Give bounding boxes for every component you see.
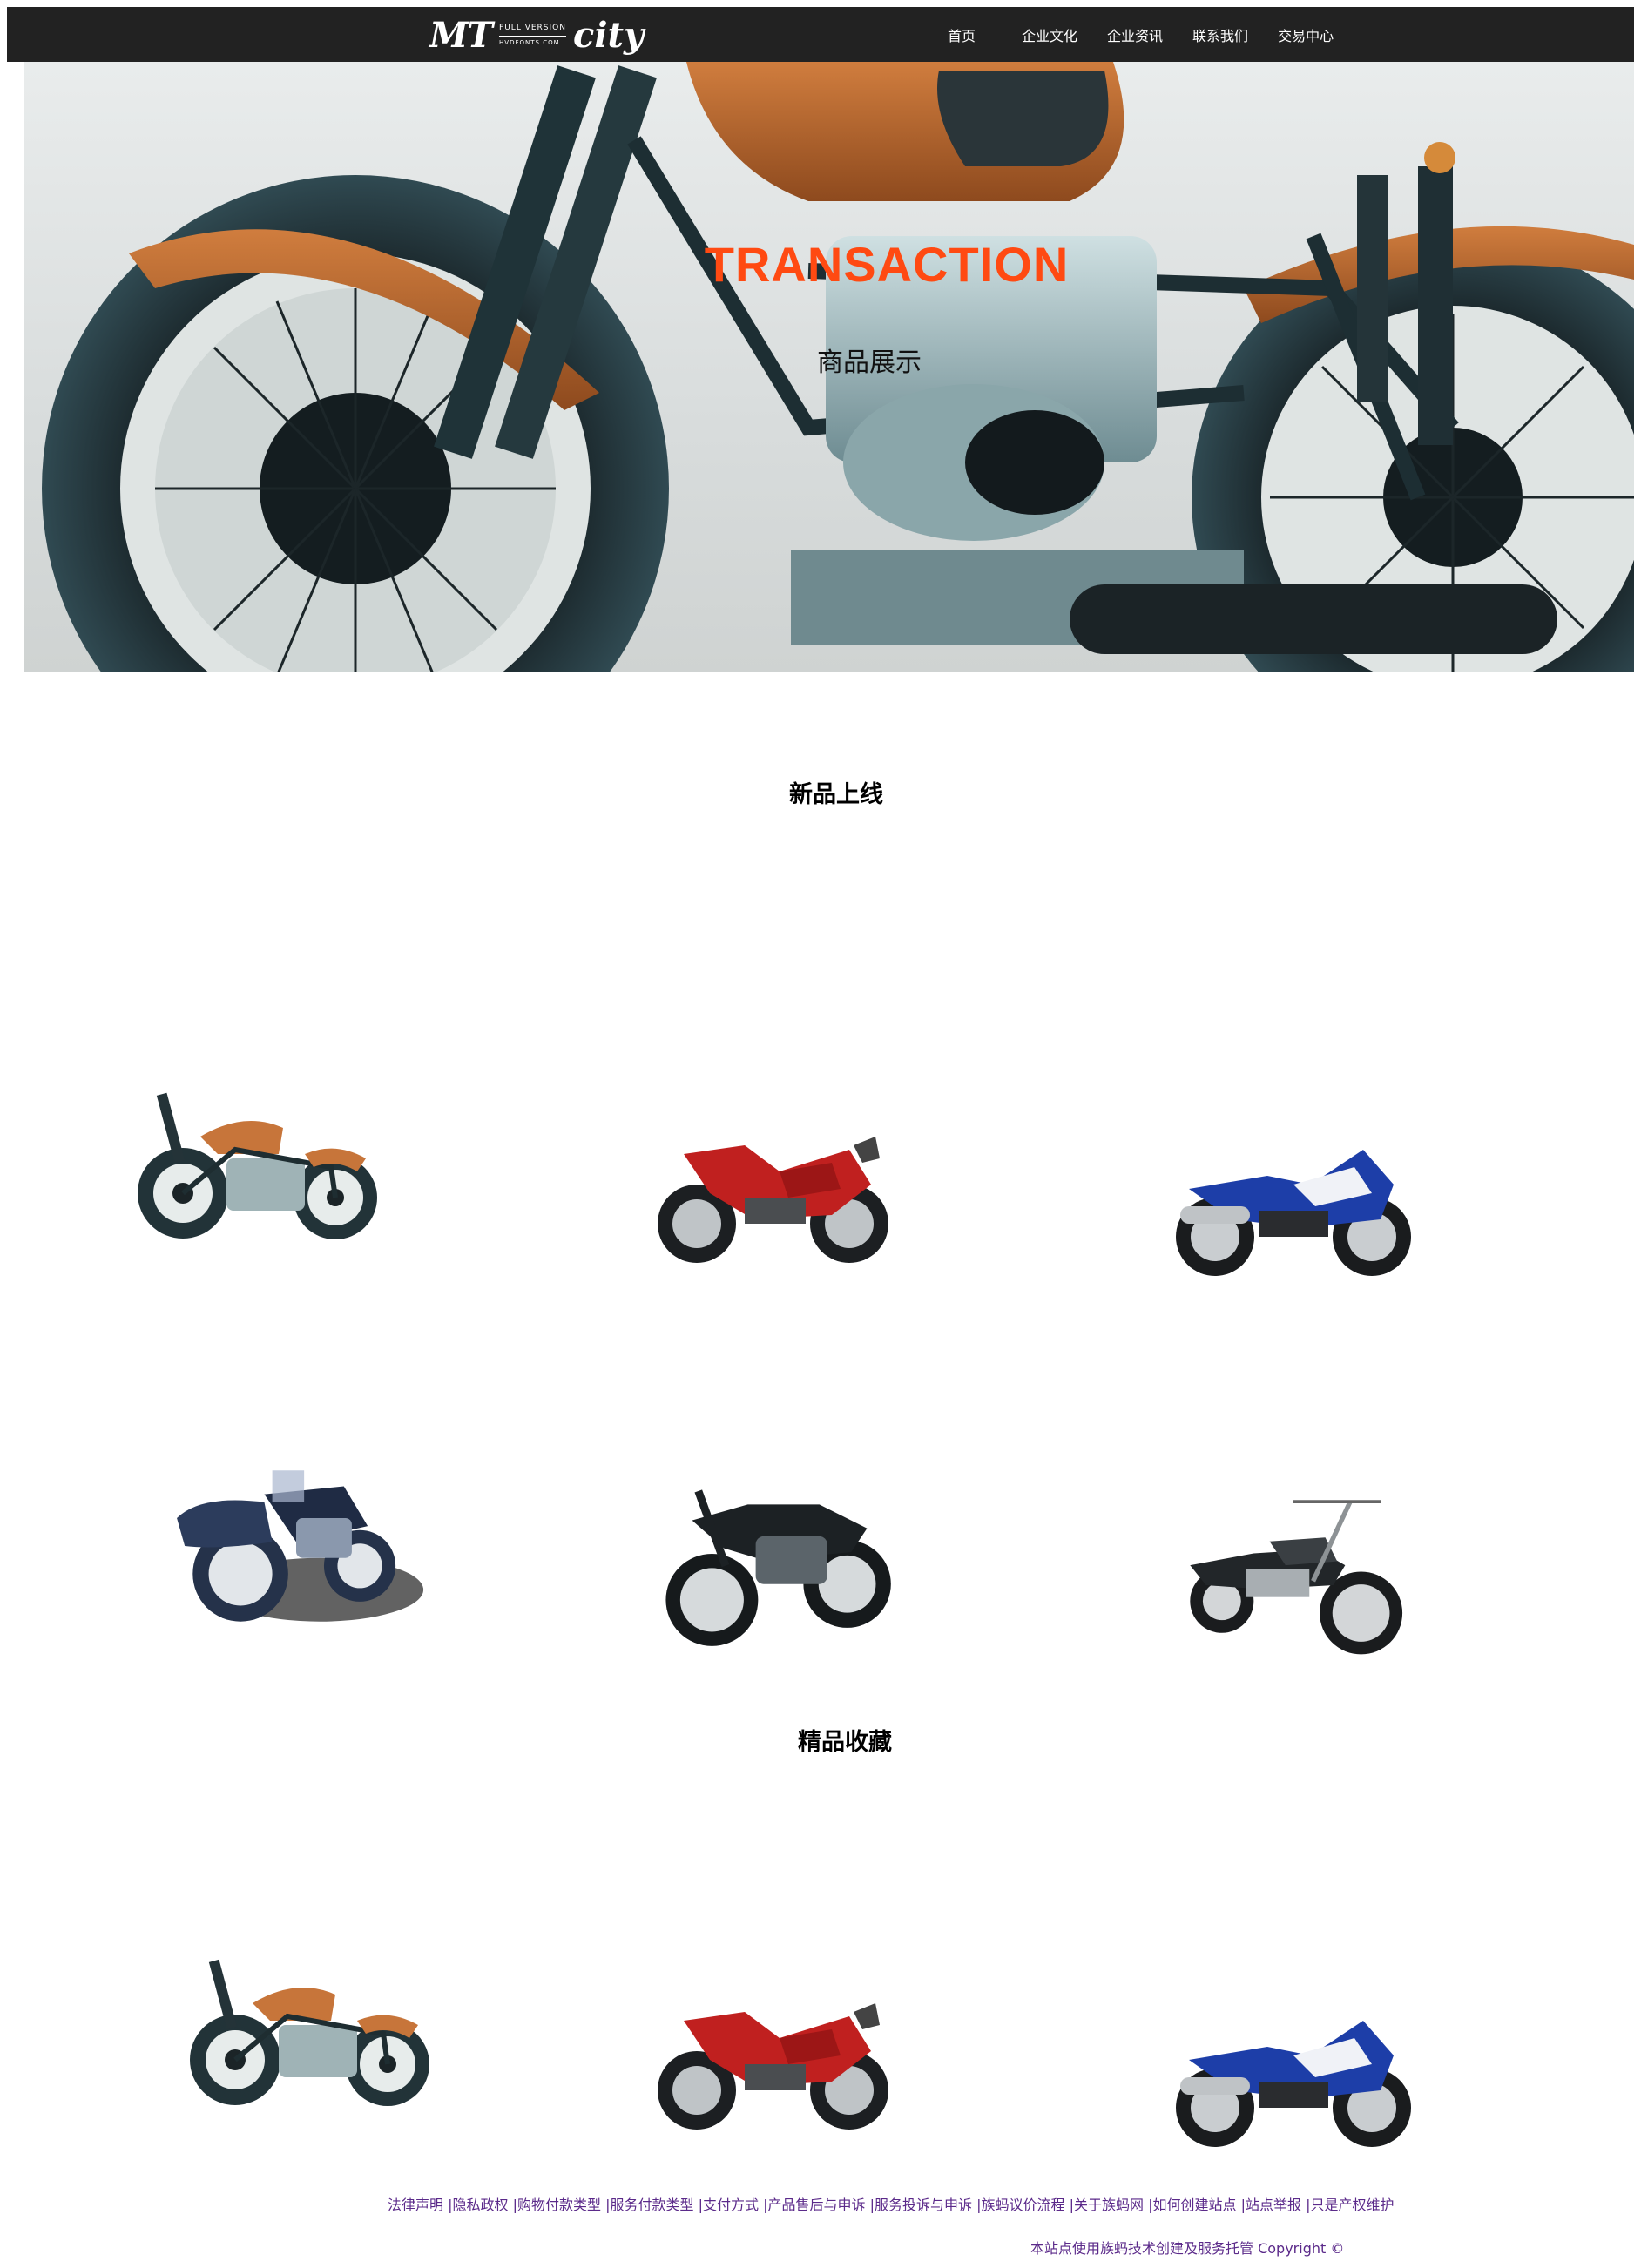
black-custom-bike-image: [665, 1489, 891, 1646]
section-title-new-arrivals: 新品上线: [789, 781, 883, 808]
product-featured-blue-sportbike[interactable]: [1163, 1986, 1424, 2169]
blue-sportbike-image: [1176, 2021, 1411, 2147]
footer-separator: |: [1144, 2197, 1153, 2213]
logo-city-text: city: [572, 14, 645, 56]
logo-line-2: HVDFONTS.COM: [499, 35, 566, 46]
product-cafe-racer[interactable]: [131, 1089, 392, 1272]
footer-separator: |: [1064, 2197, 1074, 2213]
footer-link-payment-methods[interactable]: 支付方式: [703, 2197, 759, 2213]
product-sidecar[interactable]: [165, 1455, 427, 1637]
logo-line-1: FULL VERSION: [499, 23, 566, 32]
footer-link-bargaining[interactable]: 族蚂议价流程: [982, 2197, 1065, 2213]
footer-link-create-site[interactable]: 如何创建站点: [1153, 2197, 1237, 2213]
nav-item-news[interactable]: 企业资讯: [1092, 24, 1178, 45]
blue-sportbike-image: [1176, 1150, 1411, 1276]
logo-subtext: FULL VERSION HVDFONTS.COM: [499, 24, 566, 46]
product-black-custom-bike[interactable]: [649, 1481, 910, 1664]
footer-copyright: 本站点使用族蚂技术创建及服务托管 Copyright ©: [1030, 2240, 1345, 2257]
footer-link-report-site[interactable]: 站点举报: [1246, 2197, 1301, 2213]
sidecar-image: [177, 1470, 424, 1622]
footer-link-service-payment[interactable]: 服务付款类型: [611, 2197, 694, 2213]
footer-separator: |: [1301, 2197, 1311, 2213]
nav-item-trading-center[interactable]: 交易中心: [1263, 24, 1348, 45]
main-nav: 首页 企业文化 企业资讯 联系我们 交易中心: [930, 7, 1348, 62]
logo-mt-text: MT: [429, 14, 493, 56]
footer-link-ip-protection[interactable]: 只是产权维护: [1311, 2197, 1395, 2213]
product-blue-sportbike[interactable]: [1163, 1115, 1424, 1298]
footer-separator: |: [759, 2197, 768, 2213]
red-sportbike-image: [658, 1137, 888, 1263]
product-red-sportbike[interactable]: [649, 1110, 910, 1293]
hero-banner: TRANSACTION 商品展示: [24, 62, 1634, 672]
footer-separator: |: [1236, 2197, 1246, 2213]
nav-item-contact[interactable]: 联系我们: [1178, 24, 1263, 45]
hero-title: TRANSACTION: [704, 237, 1070, 292]
cafe-racer-image: [190, 1959, 429, 2106]
product-featured-cafe-racer[interactable]: [183, 1951, 444, 2134]
product-featured-red-sportbike[interactable]: [649, 1977, 910, 2160]
product-cruiser[interactable]: [1163, 1494, 1424, 1677]
footer-separator: |: [601, 2197, 611, 2213]
site-logo[interactable]: MT FULL VERSION HVDFONTS.COM city: [429, 14, 645, 56]
footer-link-about[interactable]: 关于族蚂网: [1074, 2197, 1144, 2213]
red-sportbike-image: [658, 2003, 888, 2130]
footer-link-legal[interactable]: 法律声明: [388, 2197, 443, 2213]
hero-subtitle: 商品展示: [817, 348, 922, 378]
footer-link-after-sales[interactable]: 产品售后与申诉: [768, 2197, 866, 2213]
footer-separator: |: [972, 2197, 982, 2213]
footer-link-shopping-payment[interactable]: 购物付款类型: [517, 2197, 601, 2213]
cruiser-image: [1190, 1500, 1403, 1655]
footer-link-privacy[interactable]: 隐私政权: [453, 2197, 509, 2213]
section-title-featured: 精品收藏: [798, 1729, 892, 1756]
nav-item-home[interactable]: 首页: [930, 24, 1007, 45]
footer-separator: |: [693, 2197, 703, 2213]
cafe-racer-image: [138, 1092, 377, 1239]
footer-separator: |: [508, 2197, 517, 2213]
footer-link-service-complaints[interactable]: 服务投诉与申诉: [875, 2197, 972, 2213]
top-navigation-bar: MT FULL VERSION HVDFONTS.COM city 首页 企业文…: [7, 7, 1634, 62]
footer-links: 法律声明 |隐私政权 |购物付款类型 |服务付款类型 |支付方式 |产品售后与申…: [388, 2193, 1395, 2214]
footer-separator: |: [865, 2197, 875, 2213]
footer-separator: |: [443, 2197, 453, 2213]
nav-item-culture[interactable]: 企业文化: [1007, 24, 1092, 45]
